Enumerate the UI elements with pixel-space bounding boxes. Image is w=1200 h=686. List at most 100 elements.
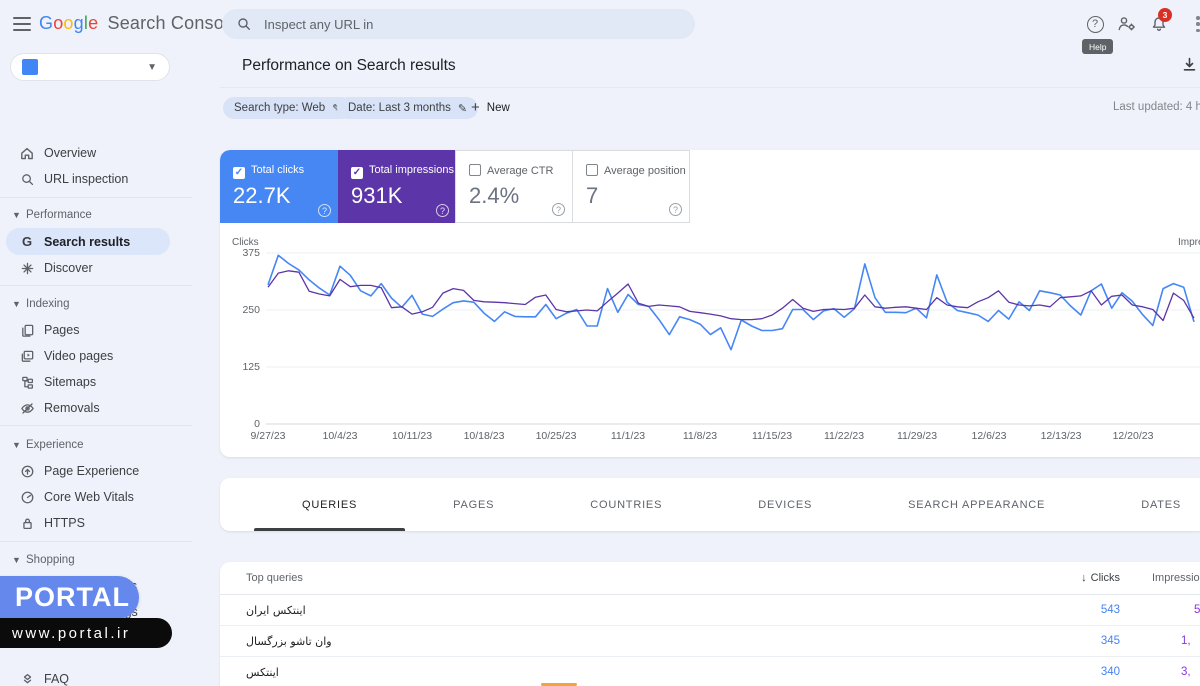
sidebar-item-faq[interactable]: FAQ	[0, 666, 200, 686]
impressions-value: 1,	[1181, 635, 1191, 647]
url-inspect-searchbar[interactable]: Inspect any URL in	[222, 9, 695, 39]
search-placeholder: Inspect any URL in	[264, 17, 373, 32]
overflow-menu-icon[interactable]	[1196, 16, 1200, 32]
notifications-button[interactable]: 3	[1148, 13, 1170, 35]
query-text[interactable]: اینتکس	[246, 666, 279, 679]
query-text[interactable]: اینتکس ایران	[246, 604, 306, 617]
divider	[0, 197, 192, 198]
table-row[interactable]: اینتکس ایران 543 5,	[220, 595, 1200, 626]
notification-badge: 3	[1158, 8, 1172, 22]
app-name: Search Console	[107, 13, 238, 33]
plus-icon: +	[471, 99, 480, 116]
help-tooltip: Help	[1082, 39, 1113, 54]
edit-icon: ✎	[458, 102, 467, 115]
table-header: Top queries ↓Clicks Impressions	[220, 562, 1200, 595]
sidebar-item-page-experience[interactable]: Page Experience	[0, 458, 200, 484]
filter-date[interactable]: Date: Last 3 months ✎	[337, 97, 478, 119]
clicks-value: 340	[1040, 666, 1120, 678]
video-pages-icon	[18, 347, 36, 365]
x-tick: 10/25/23	[536, 430, 577, 442]
tab-search-appearance[interactable]: SEARCH APPEARANCE	[860, 478, 1093, 531]
user-settings-button[interactable]	[1116, 13, 1138, 35]
x-tick: 11/1/23	[611, 430, 645, 442]
queries-table: Top queries ↓Clicks Impressions اینتکس ا…	[220, 562, 1200, 686]
x-tick: 11/8/23	[683, 430, 717, 442]
page-title: Performance on Search results	[242, 57, 456, 75]
sidebar-item-overview[interactable]: Overview	[0, 140, 200, 166]
google-wordmark: Google	[39, 13, 98, 33]
search-icon	[236, 16, 252, 32]
help-icon: ?	[1087, 16, 1104, 33]
person-gear-icon	[1116, 14, 1138, 34]
home-icon	[18, 144, 36, 162]
new-filter-button[interactable]: + New	[471, 99, 510, 116]
gauge-icon	[18, 488, 36, 506]
help-button[interactable]: ?	[1084, 13, 1106, 35]
layers-diamond-icon	[18, 670, 36, 686]
x-tick: 9/27/23	[250, 430, 285, 442]
top-queries-header: Top queries	[246, 572, 303, 584]
x-tick: 10/18/23	[464, 430, 505, 442]
x-tick: 11/29/23	[897, 430, 937, 442]
impressions-column-header[interactable]: Impressions	[1152, 572, 1200, 584]
divider	[0, 541, 192, 542]
x-tick: 12/6/23	[971, 430, 1006, 442]
tab-pages[interactable]: PAGES	[405, 478, 542, 531]
clicks-value: 543	[1040, 604, 1120, 616]
dimension-tabs: QUERIES PAGES COUNTRIES DEVICES SEARCH A…	[220, 478, 1200, 531]
divider	[0, 285, 192, 286]
caret-down-icon: ▼	[12, 210, 21, 220]
eye-off-icon	[18, 399, 36, 417]
google-g-icon: G	[18, 233, 36, 251]
sidebar-item-video-pages[interactable]: Video pages	[0, 343, 200, 369]
query-text[interactable]: وان تاشو بزرگسال	[246, 635, 332, 648]
filter-search-type[interactable]: Search type: Web ✎	[223, 97, 352, 119]
x-tick: 11/22/23	[824, 430, 864, 442]
impressions-value: 3,	[1181, 666, 1191, 678]
tab-queries[interactable]: QUERIES	[254, 478, 405, 531]
sidebar-item-removals[interactable]: Removals	[0, 395, 200, 421]
clicks-value: 345	[1040, 635, 1120, 647]
tab-devices[interactable]: DEVICES	[710, 478, 860, 531]
x-tick: 12/20/23	[1113, 430, 1154, 442]
x-tick: 11/15/23	[752, 430, 792, 442]
portal-url-watermark: www.portal.ir	[0, 618, 172, 648]
chevron-down-icon: ▼	[147, 62, 157, 73]
impressions-value: 5,	[1194, 604, 1200, 616]
table-row[interactable]: وان تاشو بزرگسال 345 1,	[220, 626, 1200, 657]
last-updated-text: Last updated: 4 hours ago	[1113, 101, 1200, 113]
sidebar-item-https[interactable]: HTTPS	[0, 510, 200, 536]
sparkle-icon	[18, 259, 36, 277]
lock-icon	[18, 514, 36, 532]
clicks-column-header[interactable]: ↓Clicks	[1040, 572, 1120, 584]
x-tick: 10/11/23	[392, 430, 432, 442]
property-favicon	[22, 59, 38, 75]
sidebar-item-core-web-vitals[interactable]: Core Web Vitals	[0, 484, 200, 510]
tab-countries[interactable]: COUNTRIES	[542, 478, 710, 531]
export-download-icon[interactable]	[1181, 56, 1198, 78]
app-logo[interactable]: Google Search Console	[39, 13, 238, 34]
line-chart	[220, 150, 1200, 457]
top-bar: Google Search Console Inspect any URL in…	[0, 0, 1200, 48]
x-tick: 10/4/23	[322, 430, 357, 442]
tab-dates[interactable]: DATES	[1093, 478, 1200, 531]
caret-down-icon: ▼	[12, 299, 21, 309]
arrow-up-circle-icon	[18, 462, 36, 480]
caret-down-icon: ▼	[12, 555, 21, 565]
table-row[interactable]: اینتکس 340 3,	[220, 657, 1200, 686]
divider	[220, 87, 1200, 88]
divider	[0, 425, 192, 426]
menu-icon[interactable]	[13, 17, 31, 31]
google-search-console-app: Google Search Console Inspect any URL in…	[0, 0, 1200, 686]
sidebar-item-sitemaps[interactable]: Sitemaps	[0, 369, 200, 395]
sidebar-item-pages[interactable]: Pages	[0, 317, 200, 343]
sidebar-item-url-inspection[interactable]: URL inspection	[0, 166, 200, 192]
property-selector[interactable]: ▼	[10, 53, 170, 81]
pages-icon	[18, 321, 36, 339]
performance-chart-card: ✓Total clicks 22.7K ? ✓Total impressions…	[220, 150, 1200, 457]
sort-descending-icon: ↓	[1081, 572, 1087, 584]
sidebar-item-discover[interactable]: Discover	[0, 255, 200, 281]
portal-watermark: PORTAL	[0, 576, 139, 619]
sidebar-item-search-results[interactable]: G Search results	[6, 228, 170, 255]
sidebar: ▼ Overview URL inspection ▼ Performance …	[0, 48, 220, 686]
